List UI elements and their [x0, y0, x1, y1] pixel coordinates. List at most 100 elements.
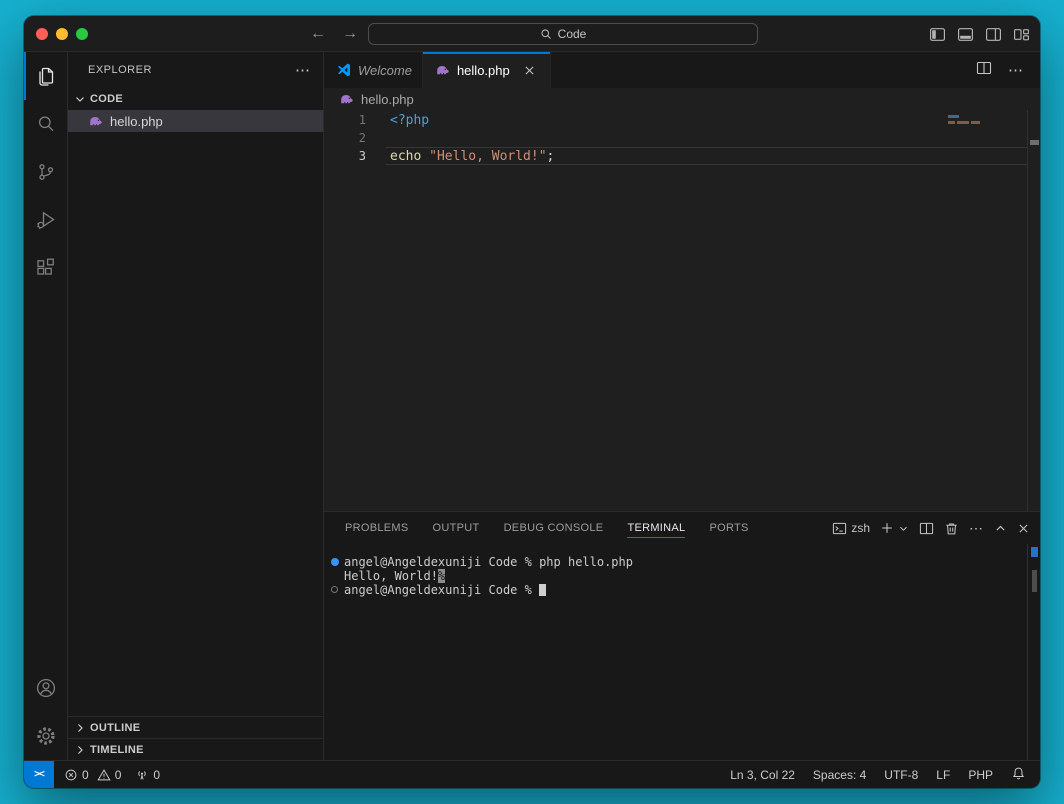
- status-language-mode[interactable]: PHP: [968, 768, 993, 782]
- minimap-mark: [948, 121, 984, 124]
- terminal-line[interactable]: Hello, World!%: [324, 569, 1040, 583]
- panel-tab-problems[interactable]: PROBLEMS: [345, 512, 409, 544]
- command-decoration-icon[interactable]: [331, 586, 338, 593]
- terminal-line[interactable]: angel@Angeldexuniji Code %: [324, 583, 1040, 597]
- php-file-icon: [435, 62, 451, 78]
- vscode-window: ← → Code: [24, 16, 1040, 788]
- terminal-view[interactable]: angel@Angeldexuniji Code % php hello.php…: [324, 544, 1040, 760]
- line-number: 3: [324, 149, 366, 163]
- outline-section-header[interactable]: OUTLINE: [68, 716, 323, 738]
- split-terminal-icon[interactable]: [919, 521, 934, 536]
- activity-bar: [24, 52, 68, 760]
- editor-scrollbar[interactable]: [1027, 110, 1040, 511]
- back-arrow-icon[interactable]: ←: [310, 25, 326, 43]
- problems-status[interactable]: 0 0: [64, 768, 121, 782]
- source-control-icon: [34, 160, 58, 184]
- panel-tab-output[interactable]: OUTPUT: [433, 512, 480, 544]
- tab-welcome[interactable]: Welcome: [324, 52, 423, 88]
- chevron-down-icon[interactable]: [898, 523, 909, 534]
- chevron-right-icon: [72, 742, 88, 758]
- panel-tab-debug-console[interactable]: DEBUG CONSOLE: [504, 512, 604, 544]
- maximize-panel-icon[interactable]: [994, 522, 1007, 535]
- minimap[interactable]: [948, 115, 984, 124]
- sidebar-header: EXPLORER ⋯: [68, 52, 323, 88]
- code-line-3[interactable]: 3echo "Hello, World!";: [324, 147, 1040, 165]
- ports-status[interactable]: 0: [135, 768, 160, 782]
- panel-more-actions-icon[interactable]: ⋯: [969, 520, 984, 537]
- customize-layout-icon[interactable]: [1013, 26, 1030, 43]
- activity-search[interactable]: [24, 100, 67, 148]
- panel-tab-terminal[interactable]: TERMINAL: [627, 512, 685, 544]
- ports-count: 0: [153, 768, 160, 782]
- toggle-secondary-sidebar-icon[interactable]: [985, 26, 1002, 43]
- editor-group: Welcomehello.php ⋯ hello.php 1<?php23ech…: [324, 52, 1040, 760]
- warning-count: 0: [115, 768, 122, 782]
- toggle-panel-icon[interactable]: [957, 26, 974, 43]
- terminal-icon: [832, 521, 847, 536]
- workspace-section-label: CODE: [90, 93, 123, 105]
- forward-arrow-icon[interactable]: →: [342, 25, 358, 43]
- terminal-scrollbar[interactable]: [1027, 544, 1040, 760]
- command-overview-mark: [1031, 547, 1038, 557]
- activity-accounts[interactable]: [24, 664, 67, 712]
- code-editor[interactable]: 1<?php23echo "Hello, World!";: [324, 110, 1040, 511]
- file-item-hello-php[interactable]: hello.php: [68, 110, 323, 132]
- close-panel-icon[interactable]: [1017, 522, 1030, 535]
- minimap-mark: [948, 115, 959, 118]
- php-file-icon: [88, 113, 104, 129]
- close-tab-icon[interactable]: [520, 60, 540, 80]
- activity-settings[interactable]: [24, 712, 67, 760]
- status-eol[interactable]: LF: [936, 768, 950, 782]
- panel-tab-ports[interactable]: PORTS: [709, 512, 748, 544]
- activity-run-debug[interactable]: [24, 196, 67, 244]
- command-decoration-icon[interactable]: [331, 558, 339, 566]
- activity-explorer[interactable]: [24, 52, 67, 100]
- debug-icon: [34, 208, 58, 232]
- vscode-file-icon: [336, 62, 352, 78]
- remote-indicator[interactable]: ><: [24, 761, 54, 788]
- workspace-section-header[interactable]: CODE: [68, 88, 323, 110]
- file-name: hello.php: [110, 114, 163, 129]
- scrollbar-thumb[interactable]: [1032, 570, 1037, 592]
- activity-source-control[interactable]: [24, 148, 67, 196]
- minimize-window-button[interactable]: [56, 28, 68, 40]
- breadcrumb[interactable]: hello.php: [324, 88, 1040, 110]
- more-actions-icon[interactable]: ⋯: [1008, 61, 1024, 79]
- activity-bar-spacer: [24, 292, 67, 664]
- bottom-panel: PROBLEMS OUTPUT DEBUG CONSOLE TERMINAL PORTS…: [324, 511, 1040, 760]
- close-window-button[interactable]: [36, 28, 48, 40]
- timeline-section-header[interactable]: TIMELINE: [68, 738, 323, 760]
- panel-tabs: PROBLEMS OUTPUT DEBUG CONSOLE TERMINAL PORTS: [345, 512, 773, 544]
- search-label: Code: [558, 27, 587, 41]
- shell-indicator[interactable]: zsh: [832, 521, 870, 536]
- titlebar: ← → Code: [24, 16, 1040, 52]
- traffic-lights: [36, 28, 88, 40]
- new-terminal-button[interactable]: [880, 521, 909, 535]
- command-center-search[interactable]: Code: [368, 23, 758, 45]
- code-line-1[interactable]: 1<?php: [324, 111, 1040, 129]
- sidebar-explorer: EXPLORER ⋯ CODE hello.php OUTLINE TIMELI…: [68, 52, 324, 760]
- files-icon: [34, 64, 58, 88]
- panel-header: PROBLEMS OUTPUT DEBUG CONSOLE TERMINAL PORTS…: [324, 512, 1040, 544]
- tab-hello-php[interactable]: hello.php: [423, 52, 551, 88]
- status-encoding[interactable]: UTF-8: [884, 768, 918, 782]
- toggle-primary-sidebar-icon[interactable]: [929, 26, 946, 43]
- activity-extensions[interactable]: [24, 244, 67, 292]
- tab-strip: Welcomehello.php: [324, 52, 551, 88]
- kill-terminal-icon[interactable]: [944, 521, 959, 536]
- plus-icon: [880, 521, 894, 535]
- explorer-more-actions-icon[interactable]: ⋯: [295, 61, 311, 79]
- status-indentation[interactable]: Spaces: 4: [813, 768, 866, 782]
- split-editor-icon[interactable]: [976, 60, 992, 81]
- fullscreen-window-button[interactable]: [76, 28, 88, 40]
- notifications-bell-icon[interactable]: [1011, 766, 1026, 784]
- terminal-lines: angel@Angeldexuniji Code % php hello.php…: [324, 555, 1040, 597]
- terminal-line[interactable]: angel@Angeldexuniji Code % php hello.php: [324, 555, 1040, 569]
- code-line-2[interactable]: 2: [324, 129, 1040, 147]
- chevron-down-icon: [72, 91, 88, 107]
- status-cursor-position[interactable]: Ln 3, Col 22: [730, 768, 795, 782]
- radio-tower-icon: [135, 768, 149, 782]
- sidebar-title: EXPLORER: [88, 64, 152, 76]
- terminal-cursor: [539, 584, 546, 596]
- search-icon: [34, 112, 58, 136]
